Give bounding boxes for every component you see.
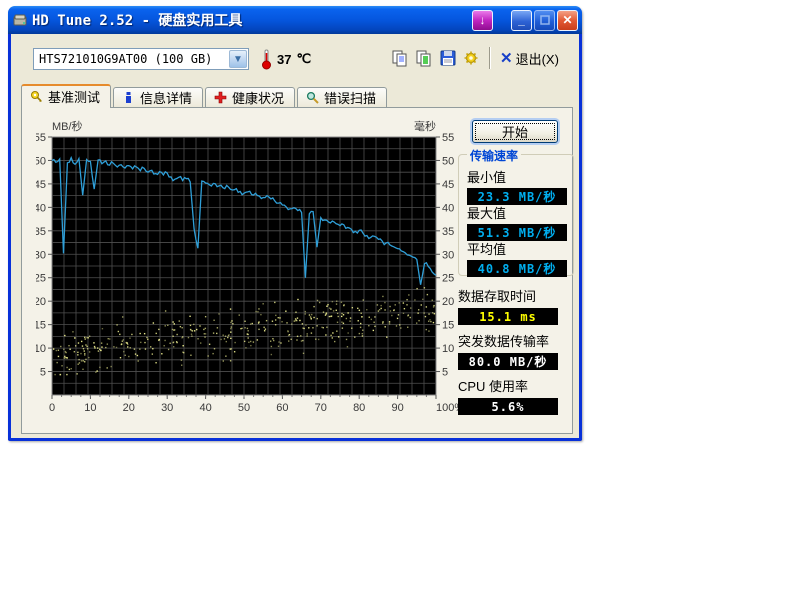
svg-text:80: 80 (353, 402, 365, 414)
exit-label: 退出(X) (516, 49, 559, 68)
svg-text:0: 0 (49, 402, 55, 414)
svg-text:20: 20 (442, 296, 454, 308)
title-bar[interactable]: HD Tune 2.52 - 硬盘实用工具 ↓ _ ✕ (8, 6, 582, 34)
cpu-usage-label: CPU 使用率 (458, 376, 558, 395)
svg-text:45: 45 (36, 179, 46, 191)
cpu-usage-lcd: 5.6% (458, 398, 558, 415)
tab-health-label: 健康状况 (232, 88, 284, 107)
save-icon[interactable] (436, 46, 460, 70)
min-label: 最小值 (467, 167, 567, 186)
svg-text:20: 20 (123, 402, 135, 414)
svg-text:毫秒: 毫秒 (414, 119, 436, 133)
svg-text:30: 30 (161, 402, 173, 414)
toolbar-icons: ✕ 退出(X) (388, 46, 563, 70)
window-title: HD Tune 2.52 - 硬盘实用工具 (32, 10, 470, 30)
svg-text:60: 60 (276, 402, 288, 414)
svg-text:50: 50 (36, 155, 46, 167)
maximize-button[interactable] (534, 10, 555, 31)
health-cross-icon (214, 91, 227, 104)
svg-text:50: 50 (442, 155, 454, 167)
cpu-usage-stat: CPU 使用率 5.6% (458, 376, 558, 415)
drive-select-value: HTS721010G9AT00 (100 GB) (34, 52, 228, 66)
svg-text:15: 15 (442, 320, 454, 332)
tab-health[interactable]: 健康状况 (205, 87, 295, 108)
svg-text:40: 40 (36, 202, 46, 214)
temperature-indicator: 37 ℃ (261, 48, 311, 70)
avg-label: 平均值 (467, 239, 567, 258)
access-time-label: 数据存取时间 (458, 286, 558, 305)
max-stat: 最大值 51.3 MB/秒 (467, 203, 567, 241)
svg-text:40: 40 (442, 202, 454, 214)
svg-text:40: 40 (199, 402, 211, 414)
start-button-focus-ring (475, 123, 555, 140)
temperature-value: 37 (277, 52, 291, 67)
thermometer-icon (261, 48, 272, 70)
exit-button[interactable]: ✕ 退出(X) (496, 47, 563, 70)
avg-value-lcd: 40.8 MB/秒 (467, 260, 567, 277)
burst-rate-stat: 突发数据传输率 80.0 MB/秒 (458, 331, 558, 370)
svg-text:30: 30 (442, 249, 454, 261)
tab-strip: 基准测试 信息详情 健康状况 错误扫描 (21, 85, 389, 108)
svg-text:5: 5 (40, 367, 46, 379)
benchmark-chart: MB/秒毫秒5510101515202025253030353540404545… (36, 116, 466, 421)
exit-x-icon: ✕ (500, 52, 513, 65)
svg-text:10: 10 (84, 402, 96, 414)
svg-text:50: 50 (238, 402, 250, 414)
desktop: HD Tune 2.52 - 硬盘实用工具 ↓ _ ✕ HTS721010G9A… (0, 0, 800, 600)
copy-screenshot-icon[interactable] (412, 46, 436, 70)
drive-select[interactable]: HTS721010G9AT00 (100 GB) ▼ (33, 48, 249, 70)
tab-error-scan[interactable]: 错误扫描 (297, 87, 387, 108)
hdtune-window: HD Tune 2.52 - 硬盘实用工具 ↓ _ ✕ HTS721010G9A… (8, 6, 582, 441)
toolbar: HTS721010G9AT00 (100 GB) ▼ 37 ℃ (11, 34, 579, 86)
transfer-rate-group-title: 传输速率 (467, 147, 521, 164)
svg-text:25: 25 (442, 273, 454, 285)
svg-text:55: 55 (442, 132, 454, 144)
svg-text:55: 55 (36, 132, 46, 144)
svg-text:5: 5 (442, 367, 448, 379)
minimize-button[interactable]: _ (511, 10, 532, 31)
benchmark-chart-svg: MB/秒毫秒5510101515202025253030353540404545… (36, 116, 466, 416)
tab-benchmark[interactable]: 基准测试 (21, 84, 111, 108)
benchmark-tab-panel: MB/秒毫秒5510101515202025253030353540404545… (21, 107, 573, 434)
svg-text:20: 20 (36, 296, 46, 308)
svg-text:10: 10 (442, 343, 454, 355)
avg-stat: 平均值 40.8 MB/秒 (467, 239, 567, 277)
svg-text:45: 45 (442, 179, 454, 191)
magnifier-icon (306, 91, 319, 104)
chevron-down-icon[interactable]: ▼ (229, 50, 247, 68)
burst-rate-label: 突发数据传输率 (458, 331, 558, 350)
close-button[interactable]: ✕ (557, 10, 578, 31)
svg-text:10: 10 (36, 343, 46, 355)
svg-text:70: 70 (315, 402, 327, 414)
max-label: 最大值 (467, 203, 567, 222)
access-time-stat: 数据存取时间 15.1 ms (458, 286, 558, 325)
transfer-rate-group: 传输速率 最小值 23.3 MB/秒 最大值 51.3 MB/秒 平均值 40.… (458, 154, 574, 276)
access-time-lcd: 15.1 ms (458, 308, 558, 325)
toolbar-separator (489, 47, 491, 69)
tab-info[interactable]: 信息详情 (113, 87, 203, 108)
burst-rate-lcd: 80.0 MB/秒 (458, 353, 558, 370)
settings-gear-icon[interactable] (460, 46, 484, 70)
svg-text:35: 35 (442, 226, 454, 238)
app-icon (12, 12, 28, 28)
copy-icon[interactable] (388, 46, 412, 70)
start-button[interactable]: 开始 (472, 120, 558, 143)
maximize-icon (540, 15, 550, 25)
benchmark-icon (30, 90, 43, 103)
tab-error-scan-label: 错误扫描 (324, 88, 376, 107)
svg-text:35: 35 (36, 226, 46, 238)
tab-info-label: 信息详情 (140, 88, 192, 107)
svg-text:15: 15 (36, 320, 46, 332)
min-stat: 最小值 23.3 MB/秒 (467, 167, 567, 205)
info-icon (122, 91, 135, 104)
svg-text:90: 90 (391, 402, 403, 414)
tab-benchmark-label: 基准测试 (48, 87, 100, 106)
svg-text:MB/秒: MB/秒 (52, 119, 83, 133)
temperature-unit: ℃ (296, 51, 311, 67)
svg-text:25: 25 (36, 273, 46, 285)
language-bar-button[interactable]: ↓ (472, 10, 493, 31)
svg-text:30: 30 (36, 249, 46, 261)
